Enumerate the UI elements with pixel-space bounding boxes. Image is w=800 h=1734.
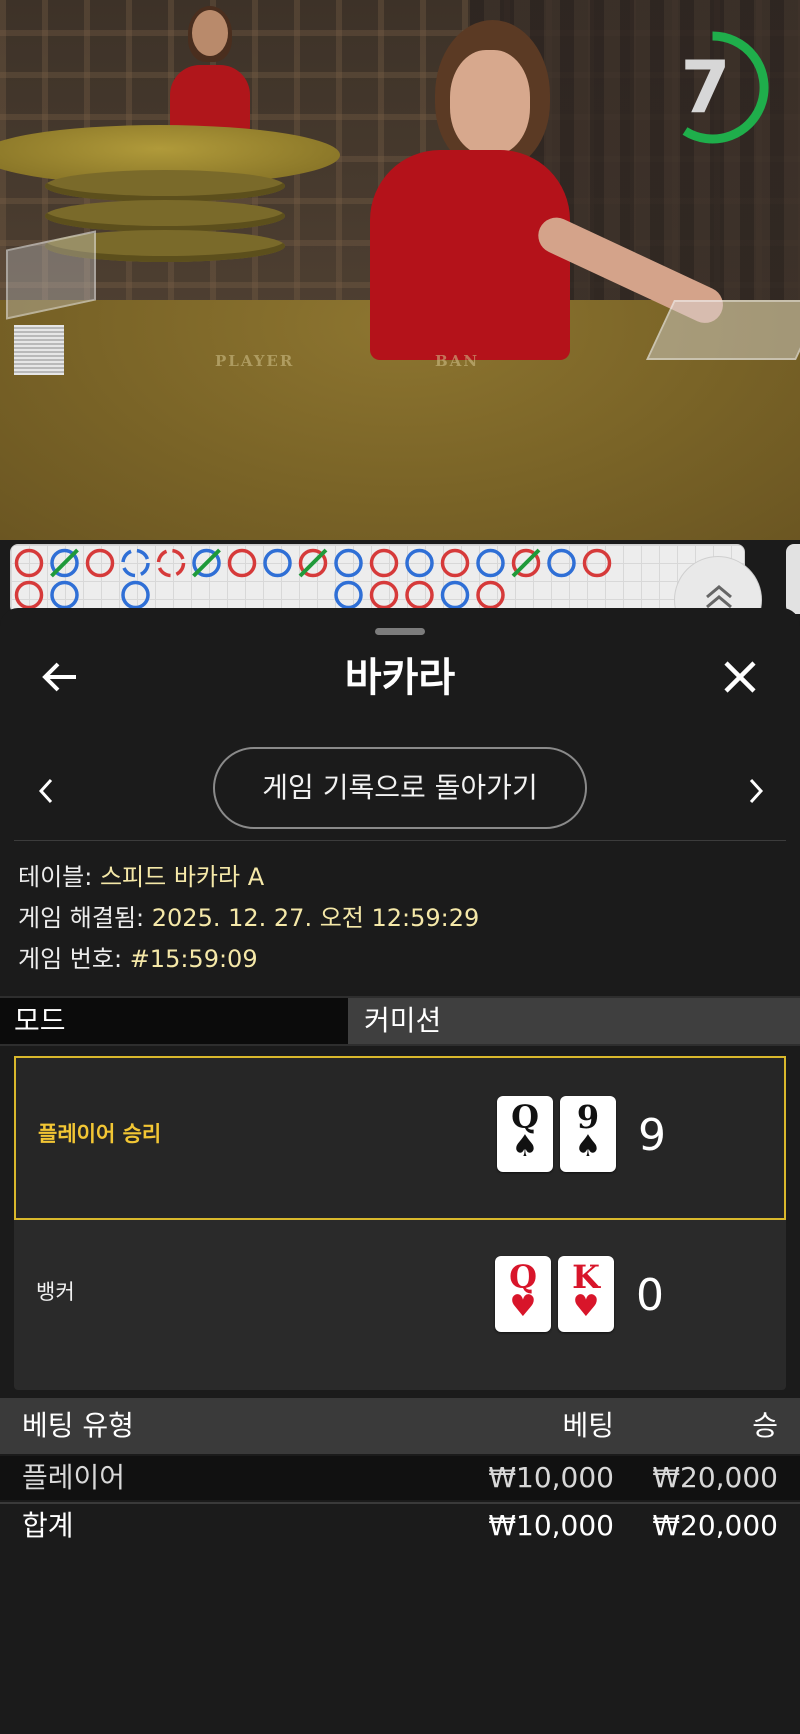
background-dealer	[160, 6, 260, 135]
spade-icon: ♠	[511, 1129, 539, 1164]
player-card-1: Q ♠	[497, 1096, 553, 1172]
info-number-row: 게임 번호: #15:59:09	[18, 942, 258, 976]
info-table-value: 스피드 바카라 A	[99, 863, 265, 891]
bet-type-cell: 플레이어	[22, 1461, 126, 1494]
mode-label: 모드	[0, 998, 348, 1044]
total-win: ₩20,000	[652, 1509, 778, 1542]
chevron-left-icon	[38, 778, 53, 804]
back-to-history-button[interactable]: 게임 기록으로 돌아가기	[213, 747, 587, 829]
felt-player-label: PLAYER	[215, 352, 295, 370]
arrow-left-icon	[42, 662, 76, 692]
player-card-2: 9 ♠	[560, 1096, 616, 1172]
win-amount-cell: ₩20,000	[652, 1461, 778, 1494]
banker-hand-label: 뱅커	[36, 1280, 75, 1304]
banker-card-2: K ♥	[558, 1256, 614, 1332]
banker-hand: 뱅커 Q ♥ K ♥ 0	[14, 1220, 786, 1384]
timer-value: 7	[680, 45, 731, 129]
header-bet-type: 베팅 유형	[22, 1409, 134, 1442]
banker-bead	[369, 580, 399, 610]
info-number-value: #15:59:09	[129, 945, 258, 973]
table-tier	[45, 200, 285, 232]
countdown-timer: 7	[655, 30, 770, 145]
player-bead	[263, 548, 292, 578]
banker-bead	[405, 580, 434, 610]
banker-score: 0	[636, 1270, 664, 1321]
card-shoe	[646, 300, 800, 360]
table-tier	[45, 170, 285, 202]
banker-card-1: Q ♥	[495, 1256, 551, 1332]
game-detail-sheet: 바카라 게임 기록으로 돌아가기 테이블: 스피드 바카라 A 게임 해결됨: …	[0, 608, 800, 1734]
banker-bead	[476, 580, 505, 610]
chevron-right-icon	[749, 778, 764, 804]
mode-value: 커미션	[350, 998, 800, 1044]
banker-bead	[14, 580, 44, 610]
close-icon	[724, 661, 756, 693]
info-table-row: 테이블: 스피드 바카라 A	[18, 860, 264, 894]
info-table-label: 테이블:	[18, 863, 93, 891]
player-bead	[440, 580, 470, 610]
road-beads	[14, 548, 612, 610]
info-number-label: 게임 번호:	[18, 945, 123, 973]
bets-table-header: 베팅 유형 베팅 승	[0, 1398, 800, 1454]
felt-banker-label: BAN	[435, 352, 480, 370]
header-win: 승	[752, 1409, 778, 1442]
header-bet: 베팅	[562, 1409, 614, 1442]
back-button[interactable]	[36, 653, 84, 701]
sheet-title: 바카라	[344, 655, 456, 701]
total-bet: ₩10,000	[488, 1509, 614, 1542]
dealer	[370, 20, 729, 360]
player-hand: 플레이어 승리 Q ♠ 9 ♠ 9	[14, 1056, 786, 1220]
player-bead	[334, 548, 363, 578]
card-deck	[14, 325, 64, 375]
banker-bead	[14, 548, 44, 578]
info-resolved-row: 게임 해결됨: 2025. 12. 27. 오전 12:59:29	[18, 901, 479, 935]
mode-row: 모드 커미션	[0, 996, 800, 1046]
player-score: 9	[638, 1110, 666, 1161]
player-hand-label: 플레이어 승리	[38, 1122, 162, 1146]
bead-road[interactable]	[10, 544, 745, 614]
banker-bead	[156, 548, 186, 578]
bet-amount-cell: ₩10,000	[488, 1461, 614, 1494]
heart-icon: ♥	[572, 1289, 600, 1324]
total-label: 합계	[22, 1509, 74, 1542]
heart-icon: ♥	[509, 1289, 537, 1324]
banker-bead	[440, 548, 470, 578]
baccarat-game-detail-screen: PLAYER BAN 7 바카라 게임 기록으로 돌아가기 테이블: 스피드 바…	[0, 0, 800, 1734]
table-row: 플레이어 ₩10,000 ₩20,000	[0, 1456, 800, 1500]
banker-bead	[227, 548, 257, 578]
player-bead	[50, 580, 79, 610]
previous-game-button[interactable]	[28, 768, 64, 814]
info-resolved-value: 2025. 12. 27. 오전 12:59:29	[151, 904, 480, 932]
hand-results: 플레이어 승리 Q ♠ 9 ♠ 9 뱅커 Q ♥ K ♥ 0	[14, 1056, 786, 1390]
next-game-button[interactable]	[738, 768, 774, 814]
total-row: 합계 ₩10,000 ₩20,000	[0, 1502, 800, 1546]
banker-bead	[582, 548, 612, 578]
divider	[14, 840, 786, 841]
banker-bead	[85, 548, 115, 578]
info-resolved-label: 게임 해결됨:	[18, 904, 145, 932]
close-button[interactable]	[716, 653, 764, 701]
spade-icon: ♠	[574, 1129, 602, 1164]
side-panel-edge	[786, 544, 800, 614]
sheet-drag-handle[interactable]	[375, 628, 425, 635]
player-bead	[547, 548, 576, 578]
player-bead	[476, 548, 505, 578]
player-bead	[121, 548, 150, 578]
player-bead	[121, 580, 150, 610]
player-bead	[334, 580, 363, 610]
player-bead	[405, 548, 434, 578]
banker-bead	[369, 548, 399, 578]
